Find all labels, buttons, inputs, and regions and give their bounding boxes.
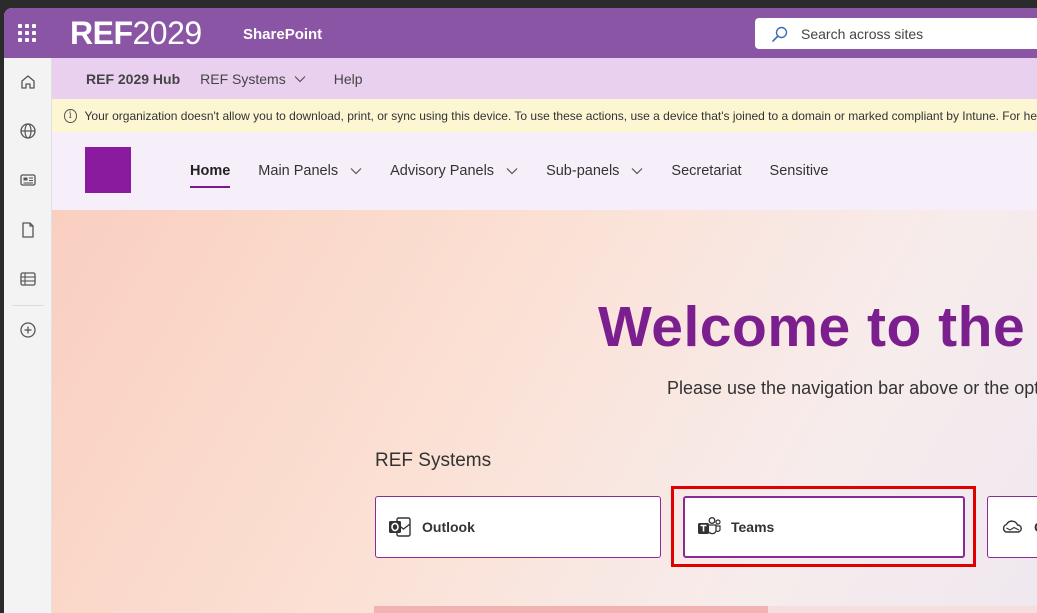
site-nav-sensitive[interactable]: Sensitive [770,156,829,186]
onedrive-icon [1002,520,1022,533]
hub-nav-help[interactable]: Help [334,71,363,87]
outlook-card-label: Outlook [422,519,475,535]
ref-2029-logo[interactable]: REF2029 [70,16,202,50]
welcome-subtitle: Please use the navigation bar above or t… [667,378,1037,398]
site-header: Home Main Panels Advisory Panels Sub-pan… [52,132,1037,210]
hero-section: Welcome to the R Please use the navigati… [52,210,1037,613]
hub-nav-ref-systems-label: REF Systems [200,70,286,87]
browser-content: REF2029 SharePoint REF 2029 Hub [4,8,1037,613]
document-icon[interactable] [18,220,38,240]
next-section-edge-right [768,606,1037,613]
site-nav-main-panels[interactable]: Main Panels [258,156,362,186]
next-section-edge [374,606,774,613]
search-input[interactable] [801,25,1001,42]
hub-title-link[interactable]: REF 2029 Hub [86,71,180,87]
news-icon[interactable] [18,170,38,190]
ref-systems-heading: REF Systems [375,450,492,471]
chevron-down-icon [350,168,362,175]
site-navigation: Home Main Panels Advisory Panels Sub-pan… [190,132,856,210]
hub-nav-ref-systems[interactable]: REF Systems [200,71,306,87]
outlook-icon [389,517,411,537]
hub-navigation: REF 2029 Hub REF Systems Help [52,58,1037,99]
outlook-card[interactable]: Outlook [375,496,661,558]
site-nav-home[interactable]: Home [190,156,231,188]
add-icon[interactable] [18,320,38,340]
site-nav-sub-panels[interactable]: Sub-panels [546,156,643,186]
app-bar-divider [12,305,44,306]
chevron-down-icon [294,75,306,82]
info-icon: i [64,108,77,123]
app-launcher-icon[interactable] [18,24,36,42]
info-message-bar: i Your organization doesn't allow you to… [52,99,1037,132]
welcome-heading: Welcome to the R [598,295,1037,359]
onedrive-card[interactable]: O [987,496,1037,558]
sharepoint-link[interactable]: SharePoint [243,26,322,43]
suite-bar: REF2029 SharePoint [4,8,1037,58]
search-box[interactable] [755,18,1037,49]
search-icon [772,26,788,42]
list-icon[interactable] [18,269,38,289]
home-icon[interactable] [18,72,38,92]
chevron-down-icon [631,168,643,175]
site-nav-advisory-panels-label: Advisory Panels [390,163,495,179]
app-bar [4,58,52,613]
teams-highlight-box [671,486,976,567]
site-nav-advisory-panels[interactable]: Advisory Panels [390,156,518,186]
site-logo[interactable] [85,147,131,193]
site-nav-secretariat[interactable]: Secretariat [671,156,741,186]
globe-icon[interactable] [18,121,38,141]
site-nav-sub-panels-label: Sub-panels [546,163,620,179]
chevron-down-icon [506,168,518,175]
site-nav-main-panels-label: Main Panels [258,163,339,179]
info-message-text: Your organization doesn't allow you to d… [84,108,1037,123]
